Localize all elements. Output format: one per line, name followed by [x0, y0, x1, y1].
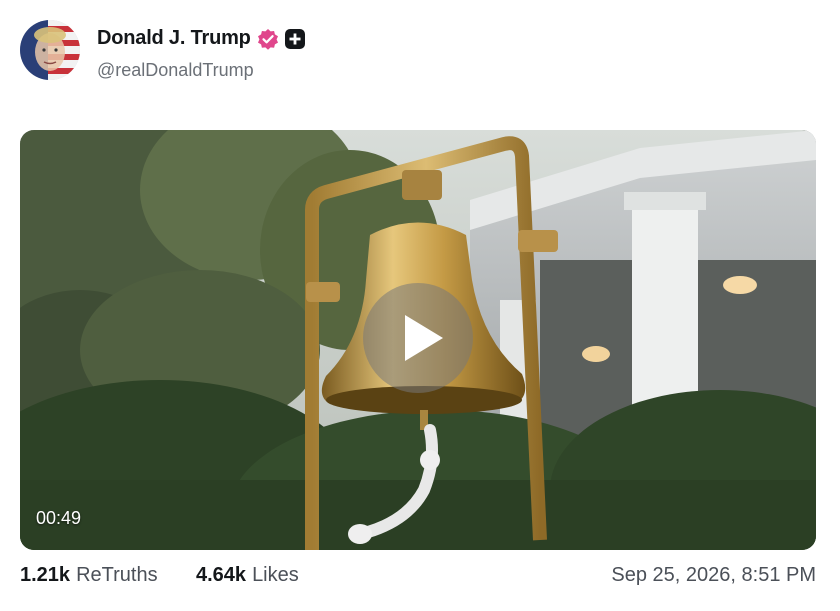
play-button[interactable] [363, 283, 473, 393]
likes-label: Likes [252, 564, 299, 586]
video-player[interactable]: 00:49 [20, 130, 816, 550]
retruths-label: ReTruths [76, 564, 158, 586]
post-header: Donald J. Trump @realDonaldTrump [20, 20, 820, 82]
play-icon [405, 315, 443, 361]
author-name-row: Donald J. Trump [97, 27, 305, 50]
likes-stat[interactable]: 4.64k Likes [196, 564, 299, 587]
author-handle[interactable]: @realDonaldTrump [97, 60, 254, 81]
retruths-count: 1.21k [20, 564, 71, 586]
post-timestamp[interactable]: Sep 25, 2026, 8:51 PM [611, 564, 816, 587]
verified-badge-icon [257, 28, 279, 50]
post-footer: 1.21k ReTruths 4.64k Likes Sep 25, 2026,… [20, 564, 820, 594]
author-display-name[interactable]: Donald J. Trump [97, 27, 251, 50]
avatar[interactable] [20, 20, 80, 80]
plus-icon[interactable] [284, 28, 305, 49]
video-duration: 00:49 [36, 508, 82, 528]
likes-count: 4.64k [196, 564, 247, 586]
retruths-stat[interactable]: 1.21k ReTruths [20, 564, 158, 587]
